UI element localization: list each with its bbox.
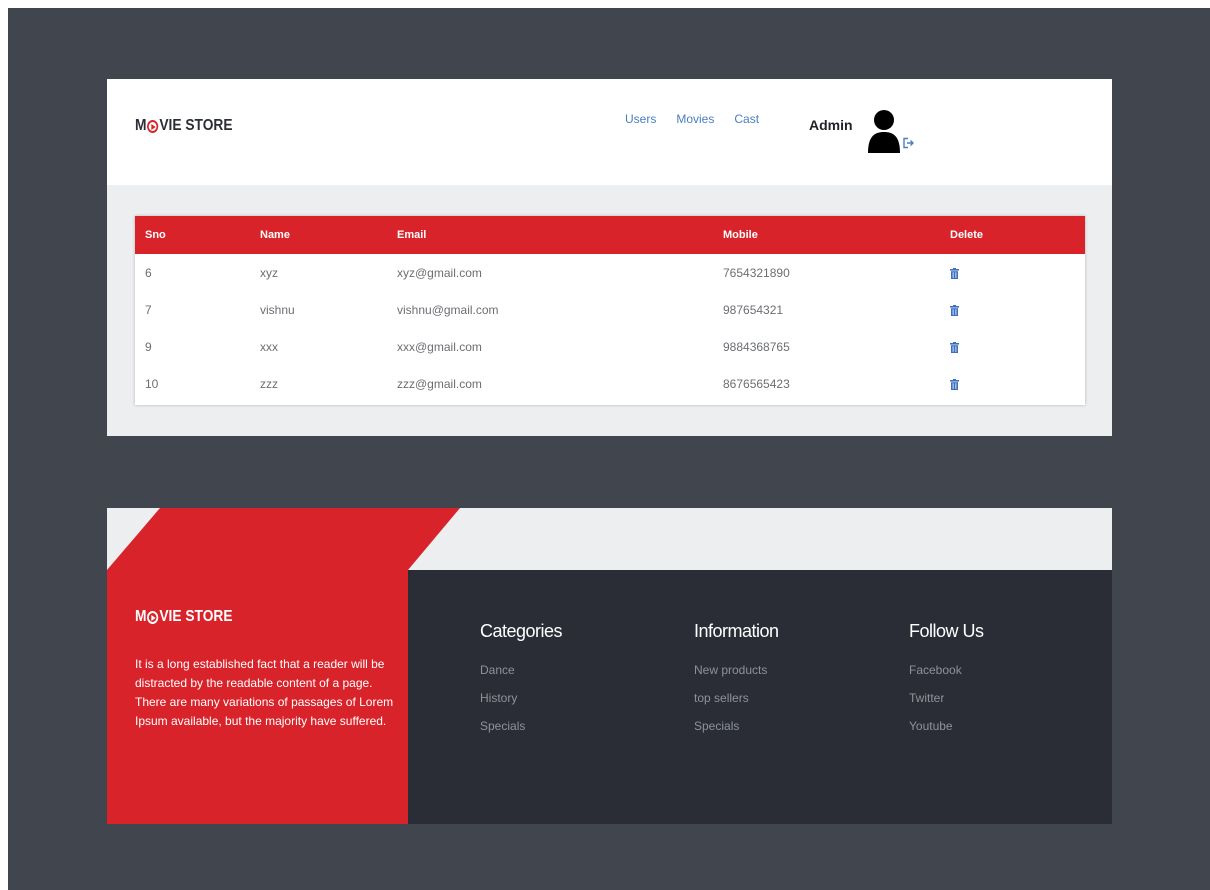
header-email: Email xyxy=(397,229,427,241)
footer-column-title: Information xyxy=(694,621,779,641)
footer-link-specials-info[interactable]: Specials xyxy=(694,719,739,733)
header-delete: Delete xyxy=(950,229,984,241)
play-circle-icon xyxy=(147,119,159,133)
table-row: 9 xxx xxx@gmail.com 9884368765 xyxy=(135,328,1085,365)
navbar: M VIE STORE Users Movies Cast Admin xyxy=(107,79,1112,185)
footer-column-information: Information New products top sellers Spe… xyxy=(694,621,779,740)
logout-icon[interactable] xyxy=(902,137,914,149)
cell-mobile: 7654321890 xyxy=(723,265,790,280)
user-silhouette-icon[interactable] xyxy=(867,109,901,154)
footer-about-line-2: There are many variations of passages of… xyxy=(135,695,394,728)
nav-link-movies[interactable]: Movies xyxy=(676,112,714,126)
brand-logo[interactable]: M VIE STORE xyxy=(135,117,233,135)
cell-sno: 7 xyxy=(145,302,152,317)
cell-sno: 6 xyxy=(145,265,152,280)
header-sno: Sno xyxy=(145,229,166,241)
trash-icon[interactable] xyxy=(950,267,959,279)
cell-delete xyxy=(940,291,1085,328)
admin-label: Admin xyxy=(809,117,853,133)
footer-link-facebook[interactable]: Facebook xyxy=(909,663,962,677)
footer-link-history[interactable]: History xyxy=(480,691,517,705)
footer-link-specials[interactable]: Specials xyxy=(480,719,525,733)
footer-about-text: It is a long established fact that a rea… xyxy=(135,655,397,731)
play-circle-icon xyxy=(147,610,159,624)
cell-email: vishnu@gmail.com xyxy=(397,302,499,317)
footer-about-line-1: It is a long established fact that a rea… xyxy=(135,657,385,690)
cell-sno: 9 xyxy=(145,339,152,354)
footer-link-youtube[interactable]: Youtube xyxy=(909,719,953,733)
cell-delete xyxy=(940,254,1085,291)
trash-icon[interactable] xyxy=(950,378,959,390)
brand-suffix: VIE STORE xyxy=(159,117,233,134)
cell-sno: 10 xyxy=(145,376,159,391)
footer-brand-prefix: M xyxy=(135,608,147,625)
nav-link-cast[interactable]: Cast xyxy=(734,112,759,126)
cell-name: xxx xyxy=(260,339,278,354)
header-name: Name xyxy=(260,229,290,241)
users-table-container: Sno Name Email Mobile Delete 6 xyz xyz@g… xyxy=(135,216,1085,405)
footer-link-new-products[interactable]: New products xyxy=(694,663,767,677)
table-row: 7 vishnu vishnu@gmail.com 987654321 xyxy=(135,291,1085,328)
footer-link-twitter[interactable]: Twitter xyxy=(909,691,944,705)
brand-prefix: M xyxy=(135,117,147,134)
cell-name: xyz xyxy=(260,265,278,280)
admin-users-card: M VIE STORE Users Movies Cast Admin Sno … xyxy=(107,79,1112,436)
trash-icon[interactable] xyxy=(950,341,959,353)
nav-links: Users Movies Cast xyxy=(625,112,759,126)
nav-link-users[interactable]: Users xyxy=(625,112,656,126)
cell-delete xyxy=(940,365,1085,402)
footer-column-title: Follow Us xyxy=(909,621,984,641)
table-header-row: Sno Name Email Mobile Delete xyxy=(135,216,1085,254)
trash-icon[interactable] xyxy=(950,304,959,316)
cell-name: vishnu xyxy=(260,302,295,317)
cell-mobile: 987654321 xyxy=(723,302,784,317)
cell-email: xxx@gmail.com xyxy=(397,339,482,354)
table-row: 6 xyz xyz@gmail.com 7654321890 xyxy=(135,254,1085,291)
footer-brand-logo[interactable]: M VIE STORE xyxy=(135,608,233,626)
footer-link-top-sellers[interactable]: top sellers xyxy=(694,691,749,705)
cell-email: zzz@gmail.com xyxy=(397,376,482,391)
users-table: Sno Name Email Mobile Delete 6 xyz xyz@g… xyxy=(135,216,1085,402)
footer-column-categories: Categories Dance History Specials xyxy=(480,621,563,740)
table-row: 10 zzz zzz@gmail.com 8676565423 xyxy=(135,365,1085,402)
cell-mobile: 8676565423 xyxy=(723,376,790,391)
cell-name: zzz xyxy=(260,376,278,391)
footer-brand-suffix: VIE STORE xyxy=(159,608,233,625)
footer: M VIE STORE It is a long established fac… xyxy=(107,508,1112,824)
footer-column-title: Categories xyxy=(480,621,563,641)
cell-email: xyz@gmail.com xyxy=(397,265,482,280)
footer-link-dance[interactable]: Dance xyxy=(480,663,515,677)
cell-delete xyxy=(940,328,1085,365)
header-mobile: Mobile xyxy=(723,229,758,241)
footer-column-follow-us: Follow Us Facebook Twitter Youtube xyxy=(909,621,984,740)
cell-mobile: 9884368765 xyxy=(723,339,790,354)
